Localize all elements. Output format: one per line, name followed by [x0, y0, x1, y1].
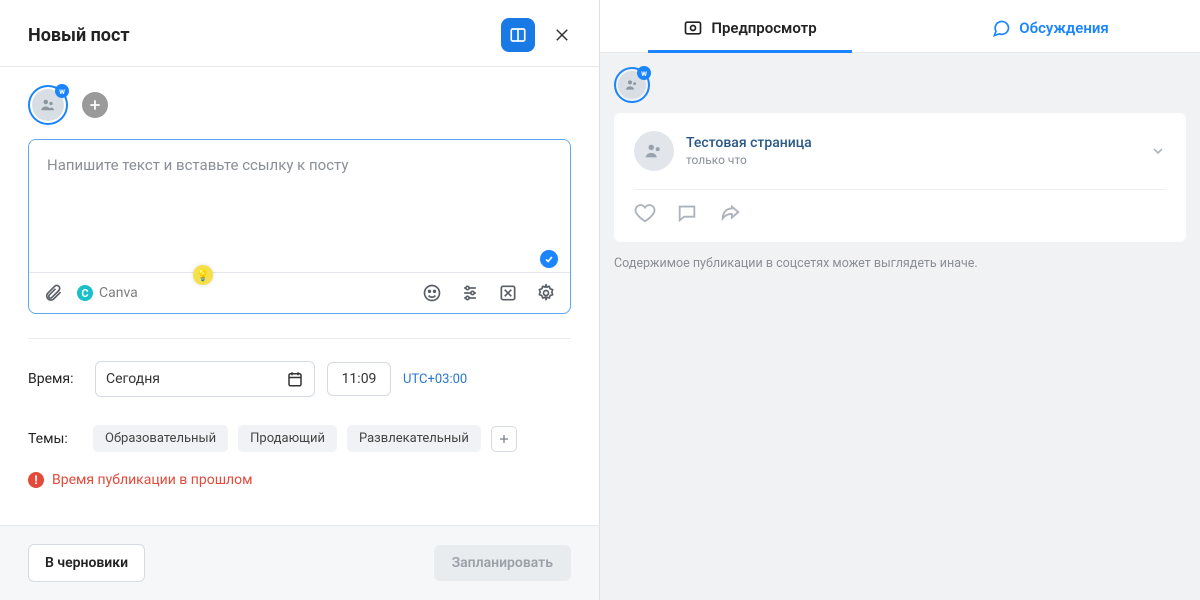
- preview-card: Тестовая страница только что: [614, 113, 1186, 242]
- date-value: Сегодня: [106, 371, 160, 387]
- settings-sliders-icon[interactable]: [460, 283, 480, 303]
- theme-chip[interactable]: Продающий: [238, 425, 337, 452]
- error-text: Время публикации в прошлом: [52, 472, 252, 488]
- themes-label: Темы:: [28, 431, 83, 447]
- selected-account-avatar[interactable]: w: [28, 85, 68, 125]
- eye-icon: [683, 18, 703, 38]
- divider: [634, 189, 1166, 190]
- compose-header: Новый пост: [0, 0, 599, 66]
- time-picker[interactable]: 11:09: [327, 362, 391, 396]
- schedule-section: Время: Сегодня 11:09 UTC+03:00 Темы: Обр…: [0, 339, 599, 488]
- schedule-button[interactable]: Запланировать: [434, 545, 571, 581]
- page-title: Новый пост: [28, 25, 130, 46]
- preview-page-meta: Тестовая страница только что: [686, 135, 812, 167]
- themes-row: Темы: Образовательный Продающий Развлека…: [28, 425, 571, 452]
- timezone-link[interactable]: UTC+03:00: [403, 372, 467, 387]
- calendar-icon: [286, 370, 304, 388]
- vk-badge-icon: w: [55, 84, 69, 98]
- emoji-icon[interactable]: [422, 283, 442, 303]
- comment-icon[interactable]: [676, 202, 698, 224]
- add-account-button[interactable]: [82, 92, 108, 118]
- preview-account-strip: w: [614, 67, 1186, 103]
- preview-account-avatar[interactable]: w: [614, 67, 650, 103]
- preview-disclaimer: Содержимое публикации в соцсетях может в…: [614, 256, 1186, 271]
- share-icon[interactable]: [718, 202, 742, 224]
- chat-icon: [991, 18, 1011, 38]
- preview-time-text: только что: [686, 153, 812, 167]
- add-theme-button[interactable]: [491, 426, 517, 452]
- hint-bulb-icon[interactable]: 💡: [193, 265, 213, 285]
- post-text-input[interactable]: [29, 140, 570, 246]
- tab-discussions[interactable]: Обсуждения: [900, 0, 1200, 52]
- canva-button[interactable]: C Canva: [77, 285, 138, 301]
- remove-image-icon[interactable]: [498, 283, 518, 303]
- tab-preview-label: Предпросмотр: [711, 19, 816, 37]
- preview-tabs: Предпросмотр Обсуждения: [600, 0, 1200, 53]
- compose-pane: Новый пост w: [0, 0, 600, 600]
- preview-page-name[interactable]: Тестовая страница: [686, 135, 812, 151]
- theme-chip[interactable]: Развлекательный: [347, 425, 481, 452]
- canva-logo-icon: C: [77, 285, 93, 301]
- save-draft-button[interactable]: В черновики: [28, 544, 145, 582]
- spellcheck-row: [29, 250, 570, 272]
- accounts-row: w: [0, 67, 599, 139]
- header-actions: [501, 18, 571, 52]
- gear-icon[interactable]: [536, 283, 556, 303]
- error-icon: !: [28, 472, 44, 488]
- preview-card-actions: [634, 202, 1166, 224]
- time-label: Время:: [28, 371, 83, 387]
- tab-preview[interactable]: Предпросмотр: [600, 0, 900, 52]
- date-picker[interactable]: Сегодня: [95, 361, 315, 397]
- preview-page-avatar: [634, 131, 674, 171]
- footer-bar: В черновики Запланировать: [0, 525, 599, 600]
- preview-pane: Предпросмотр Обсуждения w: [600, 0, 1200, 600]
- app-root: Новый пост w: [0, 0, 1200, 600]
- spellcheck-ok-icon[interactable]: [540, 250, 558, 268]
- preview-body: w Тестовая страница только что: [600, 53, 1200, 600]
- compose-box: 💡 C Canva: [28, 139, 571, 314]
- chevron-down-icon[interactable]: [1150, 143, 1166, 159]
- theme-chip[interactable]: Образовательный: [93, 425, 228, 452]
- close-icon[interactable]: [553, 26, 571, 44]
- compose-toolbar: 💡 C Canva: [29, 272, 570, 313]
- toggle-preview-button[interactable]: [501, 18, 535, 52]
- tab-discussions-label: Обсуждения: [1019, 19, 1109, 37]
- vk-badge-icon: w: [637, 66, 651, 80]
- attach-icon[interactable]: [43, 283, 63, 303]
- like-icon[interactable]: [634, 202, 656, 224]
- canva-label: Canva: [99, 285, 138, 301]
- error-message: ! Время публикации в прошлом: [28, 472, 571, 488]
- preview-card-header: Тестовая страница только что: [634, 131, 1166, 171]
- time-row: Время: Сегодня 11:09 UTC+03:00: [28, 361, 571, 397]
